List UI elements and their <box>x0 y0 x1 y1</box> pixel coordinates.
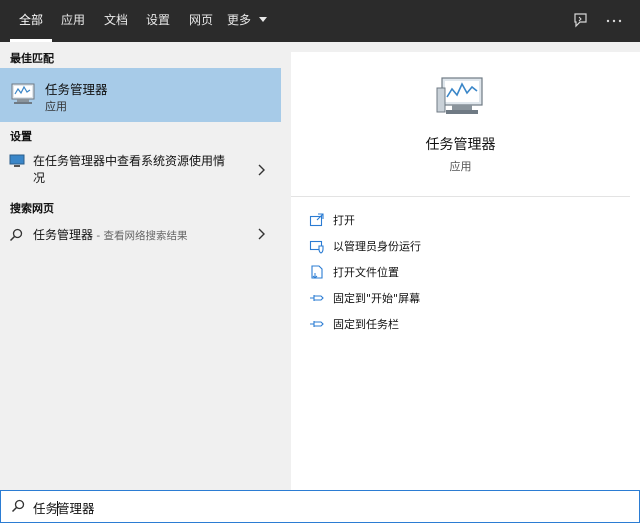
tab-settings[interactable]: 设置 <box>138 0 178 42</box>
web-search-query: 任务管理器 <box>33 228 94 242</box>
open-icon <box>309 213 324 227</box>
task-manager-icon <box>8 81 38 107</box>
tab-more-label: 更多 <box>227 13 252 27</box>
web-search-result-item[interactable]: 任务管理器 - 查看网络搜索结果 <box>0 222 281 246</box>
action-pin-to-taskbar[interactable]: 固定到任务栏 <box>309 314 609 334</box>
action-open-file-location[interactable]: 打开文件位置 <box>309 262 609 282</box>
tab-more[interactable]: 更多 <box>227 0 273 42</box>
chevron-down-icon <box>258 17 267 22</box>
action-open-file-location-label: 打开文件位置 <box>333 266 399 279</box>
best-match-item[interactable]: 任务管理器 应用 <box>0 68 281 122</box>
pin-icon <box>310 321 324 327</box>
settings-result-label: 在任务管理器中查看系统资源使用情 况 <box>33 153 225 187</box>
filter-tabs-bar: 全部 应用 文档 设置 网页 更多 <box>0 0 640 42</box>
action-pin-to-taskbar-label: 固定到任务栏 <box>333 318 399 331</box>
preview-app-name: 任务管理器 <box>425 137 496 153</box>
action-run-as-admin[interactable]: 以管理员身份运行 <box>309 236 609 256</box>
chevron-right-icon <box>258 228 265 240</box>
search-text-before-caret: 任务 <box>33 501 59 516</box>
settings-result-line2: 况 <box>33 171 46 185</box>
tab-apps[interactable]: 应用 <box>53 0 93 42</box>
search-window: 全部 应用 文档 设置 网页 更多 最佳匹配 任务管理器 应用 设置 在任务管理… <box>0 0 640 523</box>
search-box[interactable]: 任务管理器 <box>0 490 640 523</box>
best-match-name: 任务管理器 <box>45 82 108 97</box>
shield-icon <box>309 240 324 254</box>
preview-app-type: 应用 <box>449 160 472 173</box>
web-search-heading: 搜索网页 <box>10 202 54 215</box>
action-open-label: 打开 <box>333 214 355 227</box>
tab-all[interactable]: 全部 <box>10 0 52 42</box>
tab-web[interactable]: 网页 <box>181 0 221 42</box>
chevron-right-icon <box>258 164 265 176</box>
feedback-icon[interactable] <box>570 11 590 31</box>
settings-heading: 设置 <box>10 130 32 143</box>
preview-pane: 任务管理器 应用 打开 以管理员身份运行 打开文件位置 固定到"开始"屏幕 固定… <box>291 52 640 490</box>
web-search-hint: - 查看网络搜索结果 <box>93 230 188 242</box>
best-match-heading: 最佳匹配 <box>10 52 54 65</box>
action-run-as-admin-label: 以管理员身份运行 <box>333 240 421 253</box>
search-text-after-caret: 管理器 <box>57 501 95 516</box>
search-input[interactable]: 任务管理器 <box>33 498 95 517</box>
search-icon <box>9 227 23 242</box>
search-icon <box>11 499 25 513</box>
web-search-label: 任务管理器 - 查看网络搜索结果 <box>33 226 187 243</box>
tab-documents[interactable]: 文档 <box>96 0 136 42</box>
results-list: 最佳匹配 任务管理器 应用 设置 在任务管理器中查看系统资源使用情 况 搜索网页… <box>0 42 281 490</box>
action-open[interactable]: 打开 <box>309 210 609 230</box>
more-options-icon[interactable] <box>604 11 624 31</box>
divider <box>291 196 630 197</box>
best-match-type: 应用 <box>45 100 67 113</box>
action-pin-to-start[interactable]: 固定到"开始"屏幕 <box>309 288 609 308</box>
task-manager-large-icon <box>434 74 488 118</box>
settings-result-item[interactable]: 在任务管理器中查看系统资源使用情 况 <box>0 150 281 190</box>
monitor-icon <box>9 153 25 167</box>
action-pin-to-start-label: 固定到"开始"屏幕 <box>333 292 421 305</box>
file-location-icon <box>311 265 323 279</box>
settings-result-line1: 在任务管理器中查看系统资源使用情 <box>33 154 226 168</box>
pin-icon <box>310 295 324 301</box>
